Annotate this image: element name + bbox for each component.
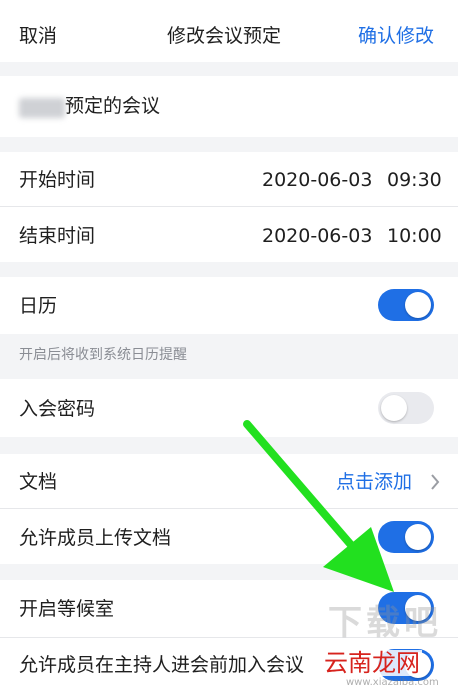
end-date-value: 2020-06-03 — [262, 225, 373, 247]
toggle-knob — [405, 524, 431, 550]
toggle-knob — [405, 595, 431, 621]
start-time-label: 开始时间 — [19, 169, 96, 191]
end-time-label: 结束时间 — [19, 225, 96, 247]
end-time-row[interactable]: 结束时间 2020-06-03 10:00 — [0, 207, 458, 262]
upload-row: 允许成员上传文档 — [0, 509, 458, 564]
section-gap — [0, 62, 458, 76]
section-gap — [0, 137, 458, 152]
toggle-knob — [381, 395, 407, 421]
end-time-value: 10:00 — [387, 225, 442, 247]
waiting-room-toggle[interactable] — [378, 592, 434, 624]
section-gap — [0, 437, 458, 454]
join-before-host-row: 允许成员在主持人进会前加入会议 — [0, 638, 458, 692]
section-gap — [0, 564, 458, 580]
calendar-toggle[interactable] — [378, 289, 434, 321]
calendar-hint-area: 开启后将收到系统日历提醒 — [0, 334, 458, 379]
section-gap — [0, 262, 458, 277]
start-date-value: 2020-06-03 — [262, 169, 373, 191]
password-row: 入会密码 — [0, 379, 458, 437]
start-time-row[interactable]: 开始时间 2020-06-03 09:30 — [0, 152, 458, 206]
meeting-title-row[interactable]: 预定的会议 — [0, 76, 458, 137]
join-before-host-label: 允许成员在主持人进会前加入会议 — [19, 654, 305, 676]
documents-label: 文档 — [19, 471, 58, 493]
documents-row[interactable]: 文档 点击添加 — [0, 454, 458, 508]
toggle-knob — [405, 652, 431, 678]
calendar-hint: 开启后将收到系统日历提醒 — [19, 347, 187, 363]
password-label: 入会密码 — [19, 398, 96, 420]
start-time-value: 09:30 — [387, 169, 442, 191]
add-document-link[interactable]: 点击添加 — [336, 473, 412, 492]
waiting-room-row: 开启等候室 — [0, 580, 458, 637]
confirm-button[interactable]: 确认修改 — [358, 27, 434, 46]
toggle-knob — [405, 292, 431, 318]
calendar-label: 日历 — [19, 295, 58, 317]
upload-toggle[interactable] — [378, 521, 434, 553]
calendar-row: 日历 — [0, 277, 458, 334]
cancel-button[interactable]: 取消 — [19, 27, 57, 46]
join-before-host-toggle[interactable] — [378, 649, 434, 681]
chevron-right-icon — [431, 474, 440, 490]
page-title: 修改会议预定 — [167, 25, 282, 47]
meeting-title-text: 预定的会议 — [65, 95, 161, 117]
blurred-name — [19, 98, 65, 118]
waiting-room-label: 开启等候室 — [19, 598, 115, 620]
header-bar: 取消 修改会议预定 确认修改 — [0, 0, 458, 62]
upload-label: 允许成员上传文档 — [19, 527, 172, 549]
password-toggle[interactable] — [378, 392, 434, 424]
